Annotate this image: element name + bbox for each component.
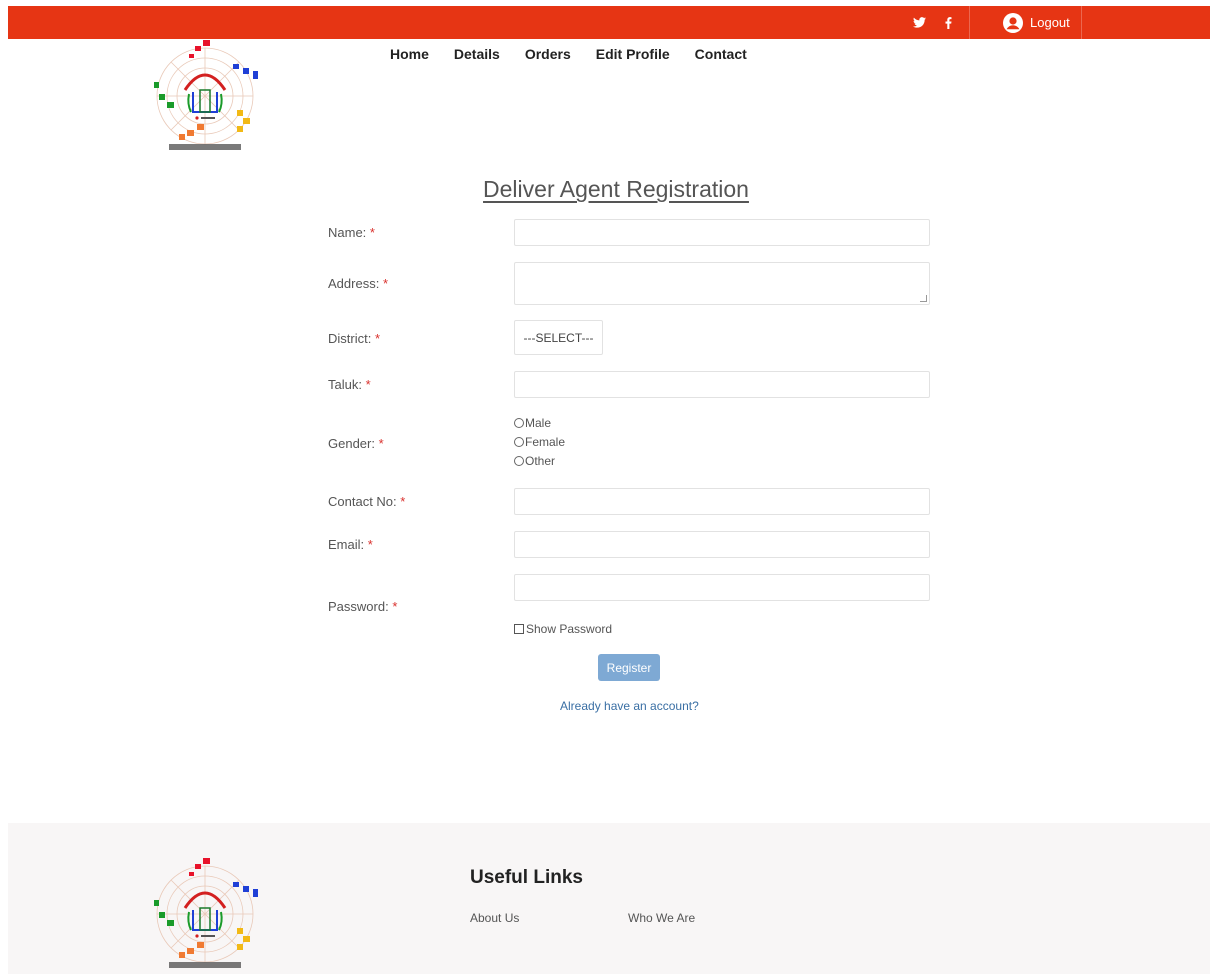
radio-button[interactable] — [514, 437, 524, 447]
twitter-icon — [913, 17, 926, 28]
page-title: Deliver Agent Registration — [483, 176, 749, 202]
footer-logo[interactable] — [145, 856, 265, 974]
gender-option-other[interactable]: Other — [514, 454, 555, 468]
footer-link-about-us[interactable]: About Us — [470, 911, 519, 925]
nav-home[interactable]: Home — [390, 46, 429, 62]
nav-details[interactable]: Details — [454, 46, 500, 62]
topbar-divider — [969, 6, 970, 39]
radio-label: Other — [525, 454, 556, 468]
address-label-text: Address: — [328, 276, 380, 291]
radio-label: Male — [525, 416, 552, 430]
required-mark: * — [374, 331, 381, 346]
logout-label: Logout — [1030, 15, 1070, 30]
required-mark: * — [369, 225, 375, 240]
required-mark: * — [400, 494, 406, 509]
user-icon — [1003, 12, 1023, 33]
email-label-text: Email: — [328, 537, 365, 552]
footer-link-who-we-are[interactable]: Who We Are — [628, 911, 695, 925]
register-button[interactable]: Register — [598, 654, 660, 681]
required-mark: * — [392, 599, 398, 614]
contact-label-text: Contact No: — [328, 494, 397, 509]
show-password-toggle[interactable]: Show Password — [514, 622, 612, 636]
main-nav: Home Details Orders Edit Profile Contact — [390, 46, 747, 62]
radio-label: Female — [525, 435, 566, 449]
address-textarea[interactable] — [514, 262, 930, 305]
password-input[interactable] — [514, 574, 930, 601]
radio-button[interactable] — [514, 418, 524, 428]
nav-edit-profile[interactable]: Edit Profile — [596, 46, 670, 62]
nav-contact[interactable]: Contact — [695, 46, 747, 62]
contact-input[interactable] — [514, 488, 930, 515]
nav-orders[interactable]: Orders — [525, 46, 571, 62]
name-label: Name: * — [328, 225, 375, 240]
contact-label: Contact No: * — [328, 494, 405, 509]
password-label: Password: * — [328, 599, 397, 614]
show-password-label: Show Password — [526, 622, 613, 636]
top-bar: Logout — [8, 6, 1210, 39]
show-password-checkbox[interactable] — [514, 624, 524, 634]
required-mark: * — [382, 276, 388, 291]
district-label-text: District: — [328, 331, 372, 346]
required-mark: * — [378, 436, 384, 451]
password-label-text: Password: — [328, 599, 389, 614]
radio-button[interactable] — [514, 456, 524, 466]
login-link[interactable]: Already have an account? — [560, 699, 699, 713]
gender-option-male[interactable]: Male — [514, 416, 551, 430]
topbar-divider — [1081, 6, 1082, 39]
gender-label: Gender: * — [328, 436, 384, 451]
gender-option-female[interactable]: Female — [514, 435, 565, 449]
email-label: Email: * — [328, 537, 373, 552]
address-label: Address: * — [328, 276, 388, 291]
name-input[interactable] — [514, 219, 930, 246]
required-mark: * — [367, 537, 373, 552]
footer-title: Useful Links — [470, 867, 583, 888]
district-select[interactable]: ---SELECT--- — [514, 320, 603, 355]
taluk-label-text: Taluk: — [328, 377, 362, 392]
taluk-input[interactable] — [514, 371, 930, 398]
facebook-icon — [945, 16, 952, 29]
site-logo[interactable] — [145, 38, 265, 158]
resize-handle[interactable] — [920, 295, 927, 302]
district-label: District: * — [328, 331, 380, 346]
required-mark: * — [365, 377, 371, 392]
facebook-link[interactable] — [945, 6, 963, 39]
logout-button[interactable]: Logout — [1003, 6, 1070, 39]
gender-label-text: Gender: — [328, 436, 375, 451]
taluk-label: Taluk: * — [328, 377, 371, 392]
email-input[interactable] — [514, 531, 930, 558]
twitter-link[interactable] — [913, 6, 935, 39]
name-label-text: Name: — [328, 225, 367, 240]
